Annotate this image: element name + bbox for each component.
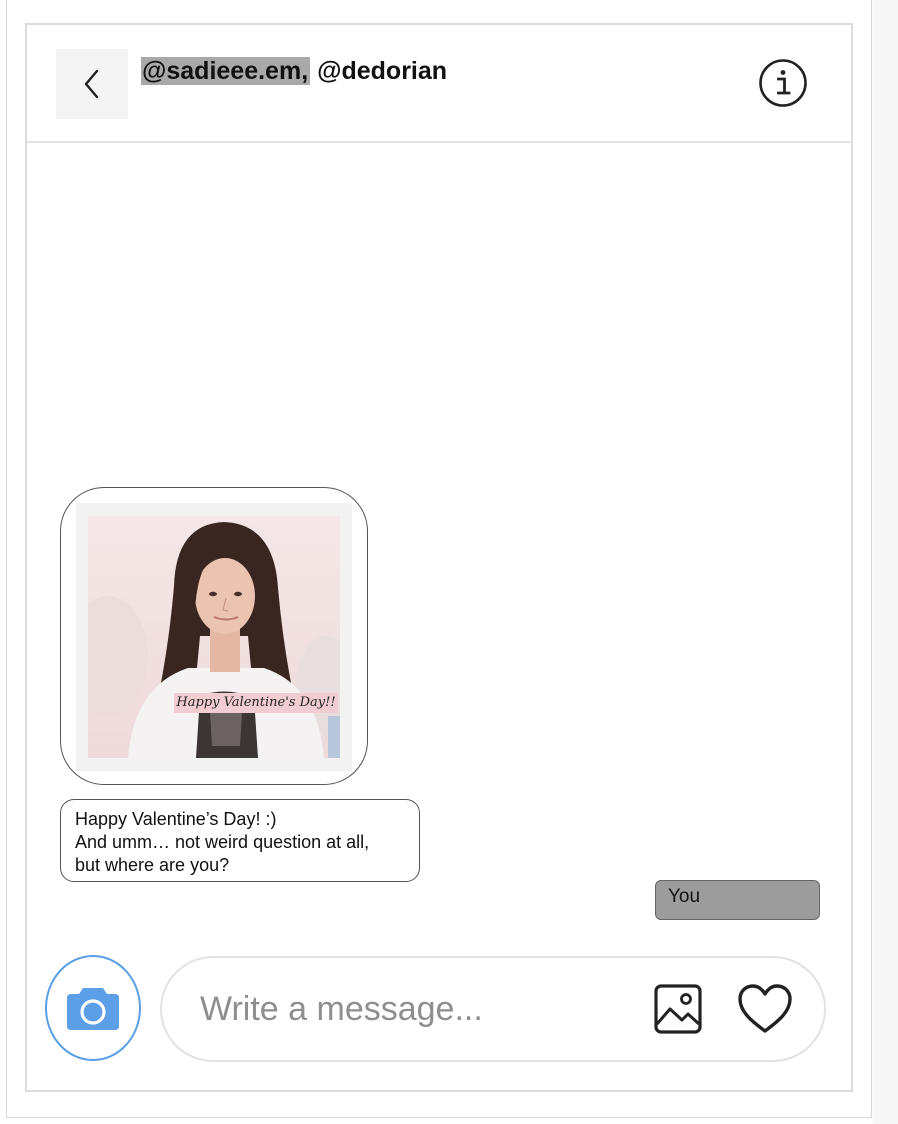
recipient-username-highlighted[interactable]: @sadieee.em,	[141, 57, 311, 85]
info-icon	[759, 59, 807, 107]
camera-icon	[67, 988, 119, 1030]
camera-button[interactable]	[45, 955, 141, 1061]
chat-header: @sadieee.em, @dedorian	[27, 25, 851, 143]
sent-message-text: You	[668, 886, 701, 907]
attach-image-button[interactable]	[652, 982, 704, 1036]
message-line: And umm… not weird question at all,	[75, 832, 370, 852]
message-line: but where are you?	[75, 855, 230, 875]
recipient-username[interactable]: @dedorian	[317, 57, 447, 85]
page: @sadieee.em, @dedorian Happy Valentine's…	[0, 0, 898, 1124]
message-line: Happy Valentine’s Day! :)	[75, 809, 277, 829]
gif-caption: Happy Valentine's Day!!	[174, 693, 338, 713]
right-gutter	[873, 0, 898, 1124]
image-icon	[654, 984, 702, 1034]
chat-window: @sadieee.em, @dedorian Happy Valentine's…	[25, 23, 853, 1092]
received-message-bubble[interactable]: Happy Valentine’s Day! :) And umm… not w…	[60, 799, 420, 882]
message-input[interactable]	[200, 986, 630, 1032]
gif-illustration	[88, 516, 340, 758]
chevron-left-icon	[84, 69, 99, 99]
message-composer[interactable]	[160, 956, 826, 1062]
info-button[interactable]	[757, 57, 809, 109]
like-button[interactable]	[736, 982, 794, 1036]
conversation-title[interactable]: @sadieee.em, @dedorian	[141, 55, 447, 87]
back-button[interactable]	[56, 49, 128, 119]
heart-icon	[738, 984, 792, 1033]
sent-message-bubble[interactable]: You	[655, 880, 820, 920]
gif-image[interactable]: Happy Valentine's Day!!	[88, 516, 340, 758]
